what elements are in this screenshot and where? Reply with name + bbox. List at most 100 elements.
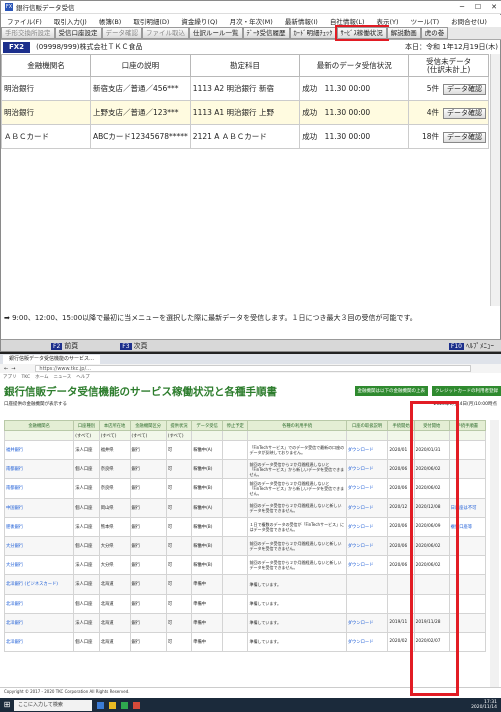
menu-details[interactable]: 取引明細(D) [127, 16, 175, 26]
wcol-receive: データ受信 [191, 420, 224, 431]
wcell-type: 個人口座 [73, 459, 100, 480]
tool-file-import[interactable]: ファイル取込 [142, 27, 189, 39]
wcell-download[interactable]: ダウンロード [345, 497, 389, 518]
menu-cashflow[interactable]: 資金繰り(Q) [175, 16, 223, 26]
wcell-download[interactable] [345, 574, 389, 595]
tool-service-status[interactable]: ｻｰﾋﾞｽ稼働状況 [334, 25, 389, 41]
wcell-receive: 稼働中(B) [191, 478, 224, 499]
help-menu-button[interactable]: F10 ﾍﾙﾌﾟﾒﾆｭｰ [448, 341, 494, 351]
wcell-download[interactable]: ダウンロード [345, 612, 389, 633]
menu-view[interactable]: 表示(Y) [371, 16, 405, 26]
wcell-location: 奈良県 [98, 459, 131, 480]
wcell-description: 準備しています。 [247, 612, 347, 633]
wcell-download[interactable]: ダウンロード [345, 439, 389, 461]
wcell-location: 北海道 [98, 593, 131, 614]
taskbar-search[interactable]: ここに入力して検索 [14, 699, 92, 711]
minimize-icon[interactable]: ─ [454, 3, 470, 11]
bookmark-item[interactable]: ヘルプ [76, 374, 90, 380]
wcell-location: 大分県 [98, 555, 131, 576]
menu-file[interactable]: ファイル(F) [1, 16, 48, 26]
browser-scrollbar[interactable] [490, 420, 499, 690]
vertical-scrollbar[interactable] [490, 54, 500, 306]
wcell-download[interactable]: ダウンロード [345, 478, 389, 499]
prev-page-button[interactable]: F2 前頁 [51, 341, 78, 351]
table-row[interactable]: 明治銀行 新宿支店／普通／456*** 1113 A2 明治銀行 新宿 成功 1… [1, 76, 489, 101]
wcell-stop [222, 497, 249, 518]
cell-subject: 1113 A2 明治銀行 新宿 [189, 76, 301, 101]
menu-news[interactable]: 最新情報(I) [279, 16, 324, 26]
f2-key: F2 [51, 342, 63, 350]
filter-select[interactable]: (すべて) [73, 430, 100, 441]
cell-bank: 明治銀行 [1, 100, 91, 125]
bookmark-item[interactable]: ホーム [35, 374, 48, 380]
wcell-download[interactable]: ダウンロード [345, 516, 389, 537]
wcell-download[interactable]: ダウンロード [345, 459, 389, 480]
wcell-provided: 可 [165, 555, 193, 576]
sub-left-text: 口座提供の金融機関が表示する [4, 402, 67, 407]
menu-company[interactable]: 自社情報(L) [324, 16, 371, 26]
filter-select[interactable]: (すべて) [98, 430, 131, 441]
tool-card-check[interactable]: ｶｰﾄﾞ明細ﾁｪｯｸ [289, 27, 337, 39]
wcell-download[interactable]: ダウンロード [345, 535, 389, 557]
filter-bank[interactable] [3, 430, 75, 441]
wcell-category: 銀行 [129, 612, 167, 633]
url-input[interactable]: https://www.tkc.jp/... [35, 365, 471, 372]
app-taskbar-icon[interactable] [133, 701, 140, 709]
wcell-location: 熊本県 [98, 516, 131, 537]
wcell-bank: 北洋銀行 [3, 593, 75, 614]
wcell-description: 前回のデータ受信から２か月間経過しないと新しいデータを受信できません。 [247, 497, 347, 518]
data-check-button[interactable]: データ確認 [443, 107, 486, 119]
maximize-icon[interactable]: ☐ [470, 3, 486, 11]
wcell-bank: 北洋銀行 [3, 612, 75, 633]
wcell-receive: 稼働中(B) [191, 516, 224, 537]
wcell-stop [222, 459, 249, 480]
wcell-bank: 南都銀行 [3, 478, 75, 499]
cell-status: 成功 11.30 00:00 [299, 76, 410, 101]
tool-tips[interactable]: 虎の巻 [420, 27, 449, 39]
chrome-icon[interactable] [121, 701, 128, 709]
tool-clearing-house[interactable]: 手形交換所設定 [1, 27, 55, 39]
bank-list-button[interactable]: 金融機関は以下の金融機関の上表 [354, 386, 428, 396]
tool-journal-rules[interactable]: 仕訳ルール一覧 [189, 27, 243, 39]
clock-date: 2020/11/14 [471, 705, 497, 710]
data-check-button[interactable]: データ確認 [443, 131, 486, 143]
tkc-app-window: FX 銀行信販データ受信 ─ ☐ ✕ ファイル(F) 取引入力(J) 帳簿(B)… [0, 0, 501, 352]
forward-icon[interactable]: → [11, 366, 15, 372]
filter-select[interactable]: (すべて) [165, 430, 193, 441]
menu-tools[interactable]: ツール(T) [405, 16, 446, 26]
col-subject: 勘定科目 [189, 54, 301, 77]
windows-start-icon[interactable]: ⊞ [0, 698, 14, 712]
tool-video[interactable]: 解説動画 [386, 27, 421, 39]
wcell-type: 個人口座 [73, 593, 100, 614]
close-icon[interactable]: ✕ [486, 3, 501, 11]
bookmark-item[interactable]: ニュース [53, 374, 71, 380]
table-row[interactable]: 明治銀行 上野支店／普通／123*** 1113 A1 明治銀行 上野 成功 1… [1, 100, 489, 125]
table-row[interactable]: ＡＢＣカード ABCカード12345678***** 2121 A ＡＢＣカード… [1, 124, 489, 149]
menu-contact[interactable]: お問合せ(U) [445, 16, 493, 26]
notice-message: 9:00、12:00、15:00以降で最初に当メニューを選択した際に最新データを… [12, 314, 417, 322]
bookmark-item[interactable]: アプリ [3, 374, 17, 380]
menu-monthly[interactable]: 月次・年次(M) [224, 16, 279, 26]
card-register-button[interactable]: クレジットカードの利用者登録 [432, 386, 501, 396]
tool-receive-account[interactable]: 受信口座設定 [54, 27, 102, 39]
tool-bar: 手形交換所設定 受信口座設定 データ確認 ファイル取込 仕訳ルール一覧 ﾃﾞｰﾀ… [1, 25, 501, 41]
filter-empty [222, 430, 249, 441]
folder-icon[interactable] [109, 701, 116, 709]
menu-transaction[interactable]: 取引入力(J) [48, 16, 93, 26]
wcell-download[interactable]: ダウンロード [345, 555, 389, 576]
menu-books[interactable]: 帳簿(B) [93, 16, 128, 26]
back-icon[interactable]: ← [4, 366, 8, 372]
bookmark-item[interactable]: TKC [22, 375, 31, 380]
wcell-stop [222, 612, 249, 633]
browser-tab[interactable]: 銀行信販データ受信機能のサービス… [3, 354, 101, 364]
fx-badge: FX2 [3, 41, 31, 53]
tool-receive-history[interactable]: ﾃﾞｰﾀ受信履歴 [242, 27, 290, 39]
next-page-button[interactable]: F3 次頁 [120, 341, 148, 351]
filter-select[interactable]: (すべて) [129, 430, 167, 441]
wcell-download[interactable] [345, 593, 389, 614]
data-check-button[interactable]: データ確認 [443, 83, 486, 95]
wcell-download[interactable]: ダウンロード [345, 631, 389, 653]
explorer-icon[interactable] [97, 701, 104, 709]
tool-data-check[interactable]: データ確認 [101, 27, 142, 39]
app-titlebar: FX 銀行信販データ受信 ─ ☐ ✕ [1, 1, 501, 14]
